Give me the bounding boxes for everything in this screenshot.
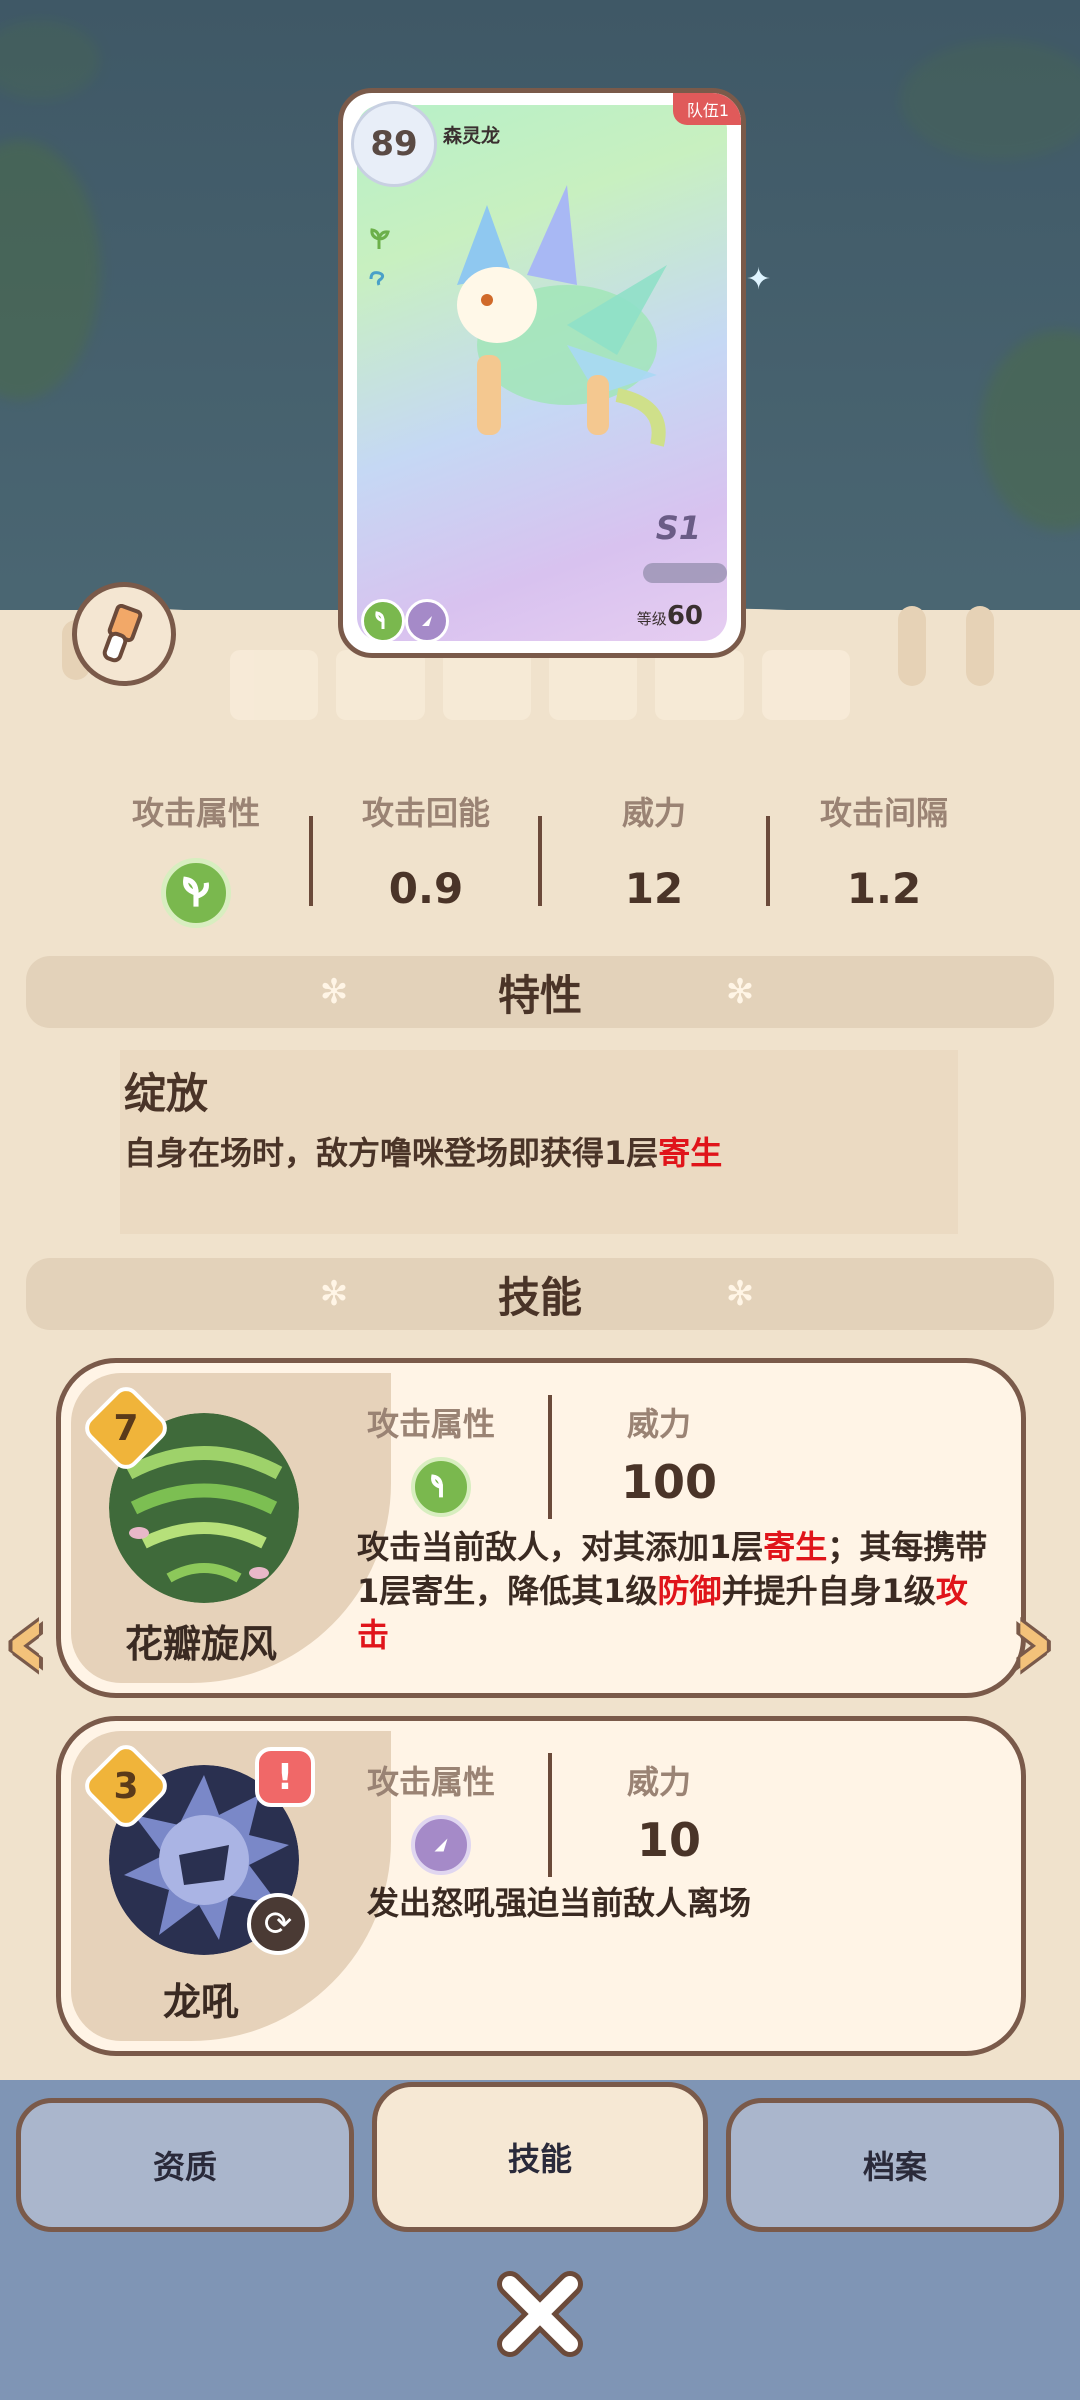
skill-description: 攻击当前敌人，对其添加1层寄生；其每携带1层寄生，降低其1级防御并提升自身1级攻… bbox=[357, 1525, 997, 1657]
fence-post bbox=[966, 606, 994, 686]
paw-icon: ✻ bbox=[319, 1274, 349, 1314]
team-badge: 队伍1 bbox=[672, 93, 741, 125]
stat-value: 0.9 bbox=[388, 864, 464, 913]
skill-section-header: ✻ 技能 ✻ bbox=[26, 1258, 1054, 1330]
next-arrow-button[interactable]: › bbox=[1010, 1585, 1076, 1695]
stat-value: 1.2 bbox=[846, 864, 922, 913]
trait-desc-text: 自身在场时，敌方噜咪登场即获得1层 bbox=[124, 1134, 659, 1172]
brush-icon bbox=[102, 604, 143, 663]
swap-icon[interactable]: ⟳ bbox=[247, 1893, 309, 1955]
desc-keyword[interactable]: 寄生 bbox=[763, 1528, 827, 1566]
dragon-element-icon bbox=[405, 599, 449, 643]
brush-tool-button[interactable] bbox=[72, 582, 176, 686]
tab-profile[interactable]: 档案 bbox=[726, 2098, 1064, 2232]
section-title: 特性 bbox=[497, 970, 582, 1020]
tab-aptitude[interactable]: 资质 bbox=[16, 2098, 354, 2232]
pet-name: 森灵龙 bbox=[443, 125, 501, 147]
skill-attr-label: 攻击属性 bbox=[367, 1763, 496, 1801]
skill-name: 花瓣旋风 bbox=[124, 1622, 277, 1666]
stat-label: 威力 bbox=[621, 794, 686, 832]
cost-value: 3 bbox=[113, 1765, 139, 1807]
decorative-wood-letters bbox=[230, 650, 850, 730]
stat-label: 攻击间隔 bbox=[819, 794, 948, 832]
close-button[interactable] bbox=[488, 2262, 592, 2366]
tab-skills[interactable]: 技能 bbox=[372, 2082, 708, 2232]
paw-icon: ✻ bbox=[725, 1274, 755, 1314]
cost-value: 7 bbox=[113, 1407, 139, 1449]
dragon-element-icon bbox=[411, 1815, 471, 1875]
skill-description: 发出怒吼强迫当前敌人离场 bbox=[367, 1884, 752, 1922]
rank-badge: S1 bbox=[655, 509, 701, 547]
paw-icon: ✻ bbox=[319, 972, 349, 1012]
stat-attack-attribute: 攻击属性 bbox=[86, 788, 306, 928]
desc-keyword[interactable]: 防御 bbox=[658, 1572, 722, 1610]
section-title: 技能 bbox=[497, 1272, 582, 1322]
alert-icon[interactable]: ! bbox=[255, 1747, 315, 1807]
fence-post bbox=[898, 606, 926, 686]
trait-description: 自身在场时，敌方噜咪登场即获得1层寄生 bbox=[124, 1128, 722, 1174]
trait-keyword[interactable]: 寄生 bbox=[658, 1134, 722, 1172]
stat-value: 12 bbox=[624, 864, 684, 913]
prev-arrow-button[interactable]: ‹ bbox=[4, 1585, 70, 1695]
pet-card[interactable]: S1 等级60 89 森灵龙 队伍1 bbox=[338, 88, 746, 658]
trait-section-header: ✻ 特性 ✻ bbox=[26, 956, 1054, 1028]
card-art-frame: S1 等级60 bbox=[357, 105, 727, 643]
skill-card-dragon-roar[interactable]: 3 ! ⟳ 龙吼 攻击属性 威力 10 发出怒吼强迫当前敌人离场 bbox=[56, 1716, 1026, 2056]
trait-name: 绽放 bbox=[124, 1069, 209, 1118]
stat-label: 攻击属性 bbox=[131, 794, 260, 832]
card-level-badge: 89 bbox=[351, 101, 437, 187]
stat-divider bbox=[538, 816, 542, 906]
paw-icon: ✻ bbox=[725, 972, 755, 1012]
desc-text: 攻击当前敌人，对其添加1层 bbox=[357, 1528, 764, 1566]
stat-power: 威力 12 bbox=[544, 788, 764, 913]
grass-element-icon bbox=[411, 1457, 471, 1517]
stat-divider bbox=[309, 816, 313, 906]
stat-divider bbox=[766, 816, 770, 906]
skill-divider bbox=[548, 1753, 552, 1877]
desc-text: 并提升自身1级 bbox=[721, 1572, 936, 1610]
close-icon bbox=[497, 2271, 583, 2357]
grass-element-icon bbox=[161, 858, 231, 928]
skill-name: 龙吼 bbox=[162, 1980, 239, 2024]
grass-element-icon bbox=[361, 599, 405, 643]
pet-artwork bbox=[457, 185, 667, 447]
skill-power-label: 威力 bbox=[627, 1763, 692, 1801]
skill-divider bbox=[548, 1395, 552, 1519]
skill-card-petal-whirlwind[interactable]: 7 花瓣旋风 攻击属性 威力 100 攻击当前敌人，对其添加1层寄生；其每携带1… bbox=[56, 1358, 1026, 1698]
card-level: 等级60 bbox=[637, 601, 703, 631]
card-level-label: 等级 bbox=[636, 610, 667, 628]
star-progress bbox=[643, 563, 727, 583]
skill-power-value: 100 bbox=[621, 1455, 718, 1509]
stat-label: 攻击回能 bbox=[361, 794, 490, 832]
sparkle-icon: ✦ bbox=[746, 262, 772, 297]
stat-attack-interval: 攻击间隔 1.2 bbox=[774, 788, 994, 913]
skill-power-label: 威力 bbox=[627, 1405, 692, 1443]
swirl-icon bbox=[367, 265, 391, 289]
skill-power-value: 10 bbox=[637, 1813, 702, 1867]
card-level-value: 60 bbox=[666, 601, 703, 631]
leaf-icon bbox=[367, 227, 391, 251]
skill-attr-label: 攻击属性 bbox=[367, 1405, 496, 1443]
stat-energy-regen: 攻击回能 0.9 bbox=[316, 788, 536, 913]
